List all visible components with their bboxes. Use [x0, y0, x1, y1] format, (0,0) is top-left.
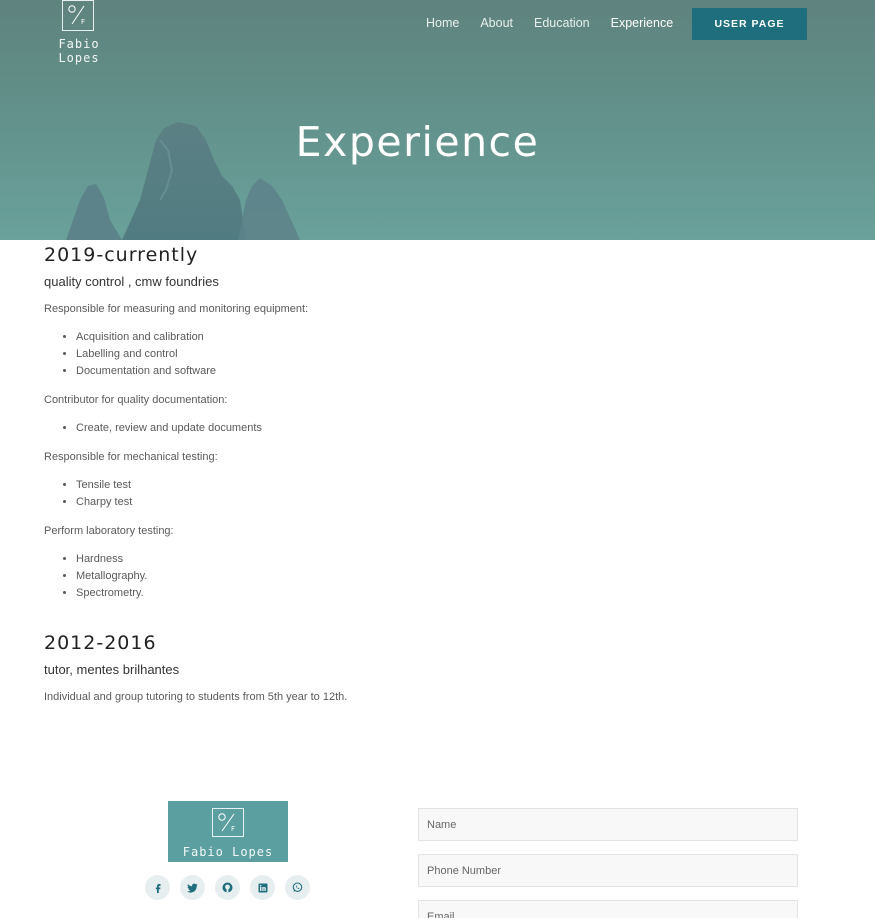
- experience-role: quality control , cmw foundries: [44, 274, 219, 289]
- phone-number-input[interactable]: [418, 854, 798, 887]
- duty-heading: Responsible for measuring and monitoring…: [44, 303, 309, 315]
- svg-text:F: F: [231, 825, 235, 833]
- duty-heading: Individual and group tutoring to student…: [44, 691, 348, 703]
- duty-heading: Responsible for mechanical testing:: [44, 451, 218, 463]
- name-input[interactable]: [418, 808, 798, 841]
- social-links: [145, 875, 320, 900]
- footer-brand-name: Fabio Lopes: [182, 845, 274, 859]
- main-nav: Home About Education Experience: [426, 16, 694, 30]
- duty-heading: Contributor for quality documentation:: [44, 394, 228, 406]
- experience-entry: 2019-currently quality control , cmw fou…: [44, 244, 804, 602]
- twitter-icon[interactable]: [180, 875, 205, 900]
- facebook-icon[interactable]: [145, 875, 170, 900]
- duty-item: Metallography.: [76, 568, 804, 585]
- nav-link-experience[interactable]: Experience: [611, 16, 674, 30]
- duty-item: Create, review and update documents: [76, 420, 804, 437]
- email-input[interactable]: [418, 900, 798, 918]
- linkedin-icon[interactable]: [250, 875, 275, 900]
- duty-item: Hardness: [76, 551, 804, 568]
- brand-logo[interactable]: F Fabio Lopes: [34, 0, 124, 65]
- duty-item: Labelling and control: [76, 346, 804, 363]
- nav-link-about[interactable]: About: [480, 16, 513, 30]
- experience-period: 2019-currently: [44, 244, 199, 266]
- experience-period: 2012-2016: [44, 632, 157, 654]
- duty-item: Acquisition and calibration: [76, 329, 804, 346]
- duty-heading: Perform laboratory testing:: [44, 525, 174, 537]
- duty-list: Tensile test Charpy test: [76, 477, 804, 511]
- experience-entry: 2012-2016 tutor, mentes brilhantes Indiv…: [44, 632, 804, 703]
- fl-monogram-icon: F: [62, 0, 94, 31]
- duty-item: Tensile test: [76, 477, 804, 494]
- brand-name: Fabio Lopes: [58, 37, 100, 65]
- svg-text:F: F: [81, 18, 85, 26]
- duty-list: Create, review and update documents: [76, 420, 804, 437]
- whatsapp-icon[interactable]: [285, 875, 310, 900]
- fl-monogram-icon: F: [212, 808, 244, 837]
- duty-list: Acquisition and calibration Labelling an…: [76, 329, 804, 380]
- duty-item: Charpy test: [76, 494, 804, 511]
- duty-item: Documentation and software: [76, 363, 804, 380]
- user-page-button[interactable]: USER PAGE: [692, 8, 807, 40]
- nav-link-education[interactable]: Education: [534, 16, 590, 30]
- nav-link-home[interactable]: Home: [426, 16, 459, 30]
- github-icon[interactable]: [215, 875, 240, 900]
- page-title: Experience: [295, 118, 540, 166]
- hero-banner: F Fabio Lopes Home About Education Exper…: [0, 0, 875, 240]
- duty-list: Hardness Metallography. Spectrometry.: [76, 551, 804, 602]
- duty-item: Spectrometry.: [76, 585, 804, 602]
- experience-content: 2019-currently quality control , cmw fou…: [44, 244, 804, 703]
- footer-brand-logo[interactable]: F Fabio Lopes: [168, 801, 288, 862]
- experience-role: tutor, mentes brilhantes: [44, 662, 180, 677]
